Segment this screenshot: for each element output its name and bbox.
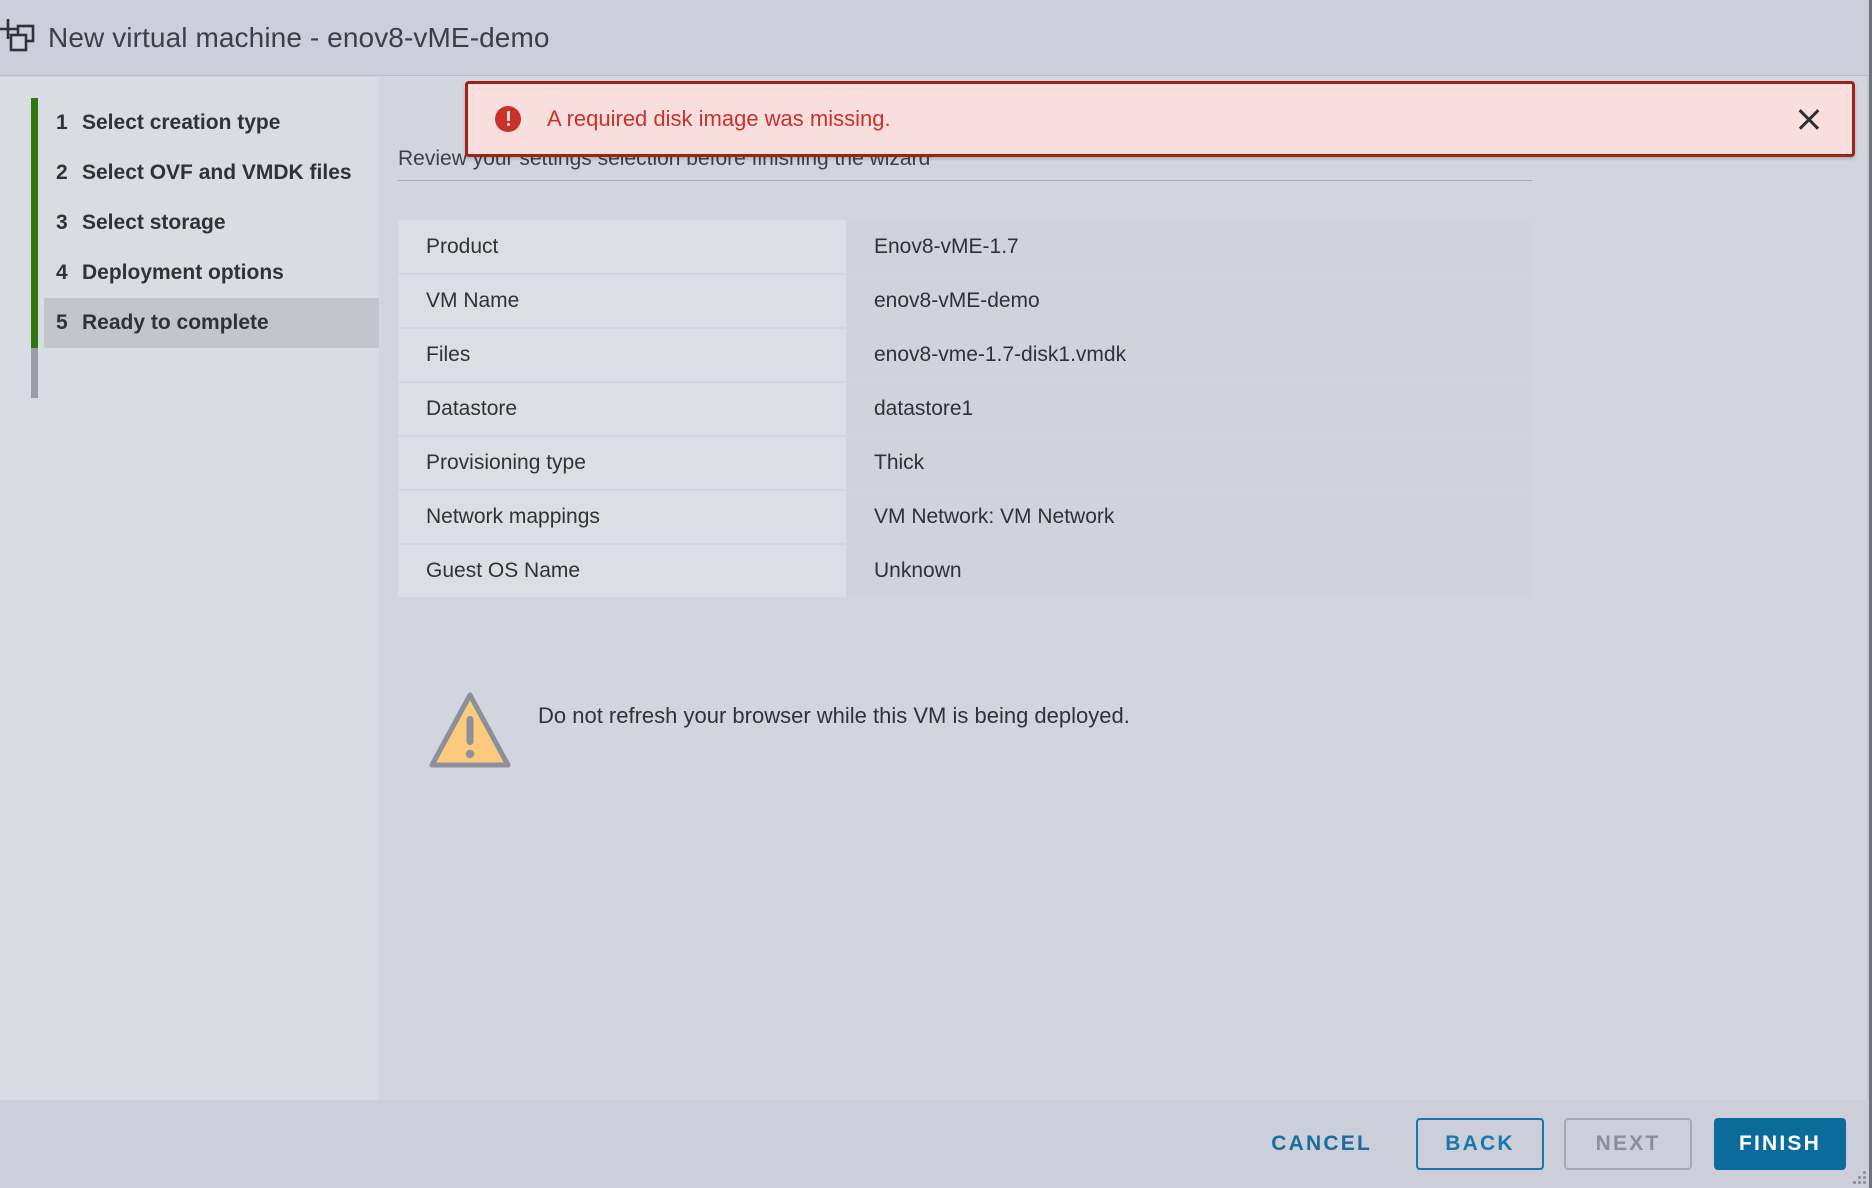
table-row: Network mappings VM Network: VM Network — [398, 490, 1532, 545]
summary-value: enov8-vME-demo — [846, 274, 1532, 329]
new-virtual-machine-wizard-window: New virtual machine - enov8-vME-demo 1 S… — [0, 0, 1872, 1188]
warning-triangle-icon — [428, 689, 512, 773]
error-circle-icon — [495, 106, 521, 132]
error-message: A required disk image was missing. — [547, 106, 891, 131]
summary-key: Provisioning type — [398, 436, 846, 491]
warning-text: Do not refresh your browser while this V… — [538, 703, 1130, 728]
step-number: 5 — [56, 311, 68, 334]
summary-key: Files — [398, 328, 846, 383]
next-button: NEXT — [1564, 1118, 1692, 1170]
table-row: Datastore datastore1 — [398, 382, 1532, 437]
back-button[interactable]: BACK — [1416, 1118, 1544, 1170]
sidebar-item-deployment-options[interactable]: 4 Deployment options — [0, 248, 379, 298]
wizard-steps-list: 1 Select creation type 2 Select OVF and … — [0, 98, 379, 398]
summary-value: Enov8-vME-1.7 — [846, 220, 1532, 275]
summary-key: VM Name — [398, 274, 846, 329]
step-label: Deployment options — [82, 261, 284, 284]
summary-key: Product — [398, 220, 846, 275]
table-row: VM Name enov8-vME-demo — [398, 274, 1532, 329]
new-virtual-machine-icon — [0, 16, 42, 62]
table-row: Files enov8-vme-1.7-disk1.vmdk — [398, 328, 1532, 383]
steps-progress-rail-current — [31, 348, 38, 398]
step-label: Ready to complete — [82, 311, 269, 334]
summary-key: Guest OS Name — [398, 544, 846, 599]
summary-value: datastore1 — [846, 382, 1532, 437]
finish-button[interactable]: FINISH — [1714, 1118, 1846, 1170]
wizard-content-panel: Review your settings selection before fi… — [380, 77, 1872, 1100]
content-divider — [398, 180, 1532, 181]
table-row: Product Enov8-vME-1.7 — [398, 220, 1532, 275]
summary-table: Product Enov8-vME-1.7 VM Name enov8-vME-… — [398, 220, 1532, 599]
summary-key: Datastore — [398, 382, 846, 437]
page-title: New virtual machine - enov8-vME-demo — [48, 21, 550, 53]
deployment-warning: Do not refresh your browser while this V… — [398, 689, 1130, 773]
summary-value: VM Network: VM Network — [846, 490, 1532, 545]
table-row: Provisioning type Thick — [398, 436, 1532, 491]
resize-grip[interactable] — [1853, 1169, 1869, 1185]
table-row: Guest OS Name Unknown — [398, 544, 1532, 599]
window-titlebar: New virtual machine - enov8-vME-demo — [0, 0, 1872, 76]
wizard-footer: CANCEL BACK NEXT FINISH — [0, 1100, 1872, 1188]
summary-key: Network mappings — [398, 490, 846, 545]
step-label: Select creation type — [82, 111, 281, 134]
wizard-steps-sidebar: 1 Select creation type 2 Select OVF and … — [0, 77, 379, 1100]
sidebar-item-select-ovf-and-vmdk-files[interactable]: 2 Select OVF and VMDK files — [0, 148, 379, 198]
step-number: 4 — [56, 261, 68, 284]
sidebar-item-select-creation-type[interactable]: 1 Select creation type — [0, 98, 379, 148]
step-number: 3 — [56, 211, 68, 234]
summary-value: Thick — [846, 436, 1532, 491]
sidebar-item-ready-to-complete[interactable]: 5 Ready to complete — [44, 298, 379, 348]
summary-value: enov8-vme-1.7-disk1.vmdk — [846, 328, 1532, 383]
error-banner: A required disk image was missing. — [465, 81, 1855, 157]
step-label: Select OVF and VMDK files — [82, 161, 352, 184]
sidebar-item-select-storage[interactable]: 3 Select storage — [0, 198, 379, 248]
close-icon[interactable] — [1792, 102, 1826, 136]
cancel-button[interactable]: CANCEL — [1249, 1118, 1394, 1170]
step-number: 1 — [56, 111, 68, 134]
summary-value: Unknown — [846, 544, 1532, 599]
step-number: 2 — [56, 161, 68, 184]
step-label: Select storage — [82, 211, 226, 234]
